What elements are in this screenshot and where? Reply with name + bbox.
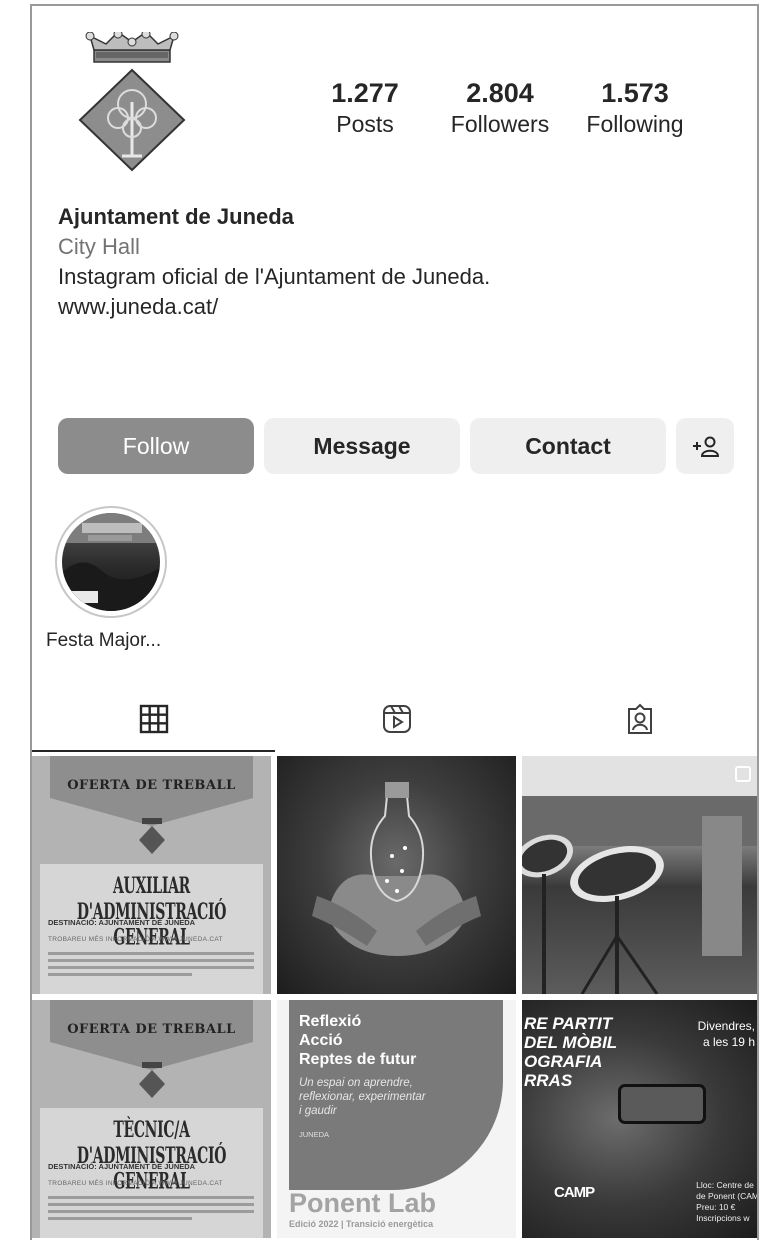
post-edition: Edició 2022 | Transició energètica — [289, 1219, 434, 1229]
post-brand: Ponent Lab — [289, 1188, 436, 1218]
banner-text: OFERTA DE TREBALL — [67, 778, 236, 793]
stat-following[interactable]: 1.573 Following — [570, 78, 700, 138]
reels-icon — [382, 705, 411, 733]
headline-line: Reflexió — [299, 1013, 362, 1030]
follow-button[interactable]: Follow — [58, 418, 254, 474]
add-person-icon — [693, 436, 719, 457]
profile-tabs — [32, 686, 757, 752]
headline-line: Reptes de futur — [299, 1051, 417, 1068]
post-date: Divendres, a les 19 h — [698, 1018, 755, 1050]
tab-posts-grid[interactable] — [32, 686, 275, 752]
headline-line: Acció — [299, 1032, 343, 1049]
solar-tables-image — [522, 756, 757, 994]
post-more-info: TROBAREU MÉS INFORMACIÓ A WWW.JUNEDA.CAT — [48, 1180, 223, 1187]
post-destination: DESTINACIÓ: AJUNTAMENT DE JUNEDA — [48, 918, 196, 927]
stat-value: 1.573 — [601, 78, 669, 108]
tab-tagged[interactable] — [518, 686, 757, 752]
crest-icon — [139, 818, 165, 854]
highlight-label: Festa Major... — [46, 630, 162, 651]
post-headline: RE PARTIT DEL MÒBIL OGRAFIA RRAS — [524, 1014, 617, 1090]
profile-bio: Ajuntament de Juneda City Hall Instagram… — [58, 202, 738, 322]
post-thumbnail[interactable] — [277, 756, 516, 994]
stat-posts[interactable]: 1.277 Posts — [300, 78, 430, 138]
post-body-lines — [48, 952, 254, 980]
banner-text: OFERTA DE TREBALL — [67, 1022, 236, 1037]
story-highlight[interactable]: Festa Major... — [46, 506, 176, 652]
suggest-accounts-button[interactable] — [676, 418, 734, 474]
multiple-photos-icon — [735, 766, 751, 782]
post-destination: DESTINACIÓ: AJUNTAMENT DE JUNEDA — [48, 1162, 196, 1171]
profile-name: Ajuntament de Juneda — [58, 204, 294, 229]
headline-line: DEL MÒBIL — [524, 1033, 618, 1052]
headline-line: RE PARTIT — [524, 1014, 613, 1033]
profile-avatar[interactable] — [72, 29, 192, 172]
post-info: Lloc: Centre de de Ponent (CAM Preu: 10 … — [696, 1180, 759, 1224]
post-thumbnail[interactable]: OFERTA DE TREBALL AUXILIAR D'ADMINISTRAC… — [32, 756, 271, 994]
profile-link[interactable]: www.juneda.cat/ — [58, 292, 738, 322]
post-place: JUNEDA — [299, 1130, 330, 1139]
coat-of-arms-icon — [78, 29, 186, 172]
info-line: Preu: 10 € — [696, 1202, 736, 1212]
post-subtitle: Un espai on aprendre, reflexionar, exper… — [299, 1077, 426, 1117]
profile-stats: 1.277 Posts 2.804 Followers 1.573 Follow… — [300, 78, 700, 138]
crest-icon — [139, 1062, 165, 1098]
highlight-ring — [55, 506, 167, 618]
post-thumbnail[interactable]: RE PARTIT DEL MÒBIL OGRAFIA RRAS Divendr… — [522, 1000, 759, 1238]
stat-label: Followers — [450, 111, 550, 137]
lightbulb-hands-image — [312, 782, 481, 956]
tab-reels[interactable] — [275, 686, 518, 752]
info-line: Inscripcions w — [696, 1213, 750, 1223]
message-button[interactable]: Message — [264, 418, 460, 474]
date-line: a les 19 h — [702, 1035, 755, 1049]
grid-icon — [139, 704, 168, 734]
post-headline: Reflexió Acció Reptes de futur — [299, 1012, 416, 1069]
highlight-cover — [62, 513, 160, 611]
profile-category: City Hall — [58, 234, 140, 259]
post-thumbnail[interactable]: Reflexió Acció Reptes de futur Un espai … — [277, 1000, 516, 1238]
profile-actions: Follow Message Contact — [58, 418, 734, 474]
stat-value: 2.804 — [466, 78, 534, 108]
post-thumbnail[interactable] — [522, 756, 757, 994]
post-thumbnail[interactable]: OFERTA DE TREBALL TÈCNIC/A D'ADMINISTRAC… — [32, 1000, 271, 1238]
posts-grid: OFERTA DE TREBALL AUXILIAR D'ADMINISTRAC… — [32, 756, 759, 1238]
active-tab-indicator — [32, 750, 275, 752]
camp-logo: CAMP — [554, 1184, 595, 1201]
phone-image — [618, 1084, 706, 1124]
profile-bio-text: Instagram oficial de l'Ajuntament de Jun… — [58, 264, 491, 289]
stat-label: Following — [586, 111, 684, 137]
instagram-profile-screen: 1.277 Posts 2.804 Followers 1.573 Follow… — [30, 4, 759, 1240]
info-line: de Ponent (CAM — [696, 1191, 759, 1201]
contact-button[interactable]: Contact — [470, 418, 666, 474]
highlight-cover-image — [62, 513, 160, 611]
post-more-info: TROBAREU MÉS INFORMACIÓ A WWW.JUNEDA.CAT — [48, 936, 223, 943]
post-body-lines — [48, 1196, 254, 1224]
headline-line: OGRAFIA — [524, 1052, 603, 1071]
tagged-icon — [627, 703, 652, 734]
stat-followers[interactable]: 2.804 Followers — [435, 78, 565, 138]
stat-label: Posts — [336, 111, 394, 137]
stat-value: 1.277 — [331, 78, 399, 108]
info-line: Lloc: Centre de — [696, 1180, 754, 1190]
date-line: Divendres, — [697, 1019, 755, 1033]
headline-line: RRAS — [524, 1071, 573, 1090]
